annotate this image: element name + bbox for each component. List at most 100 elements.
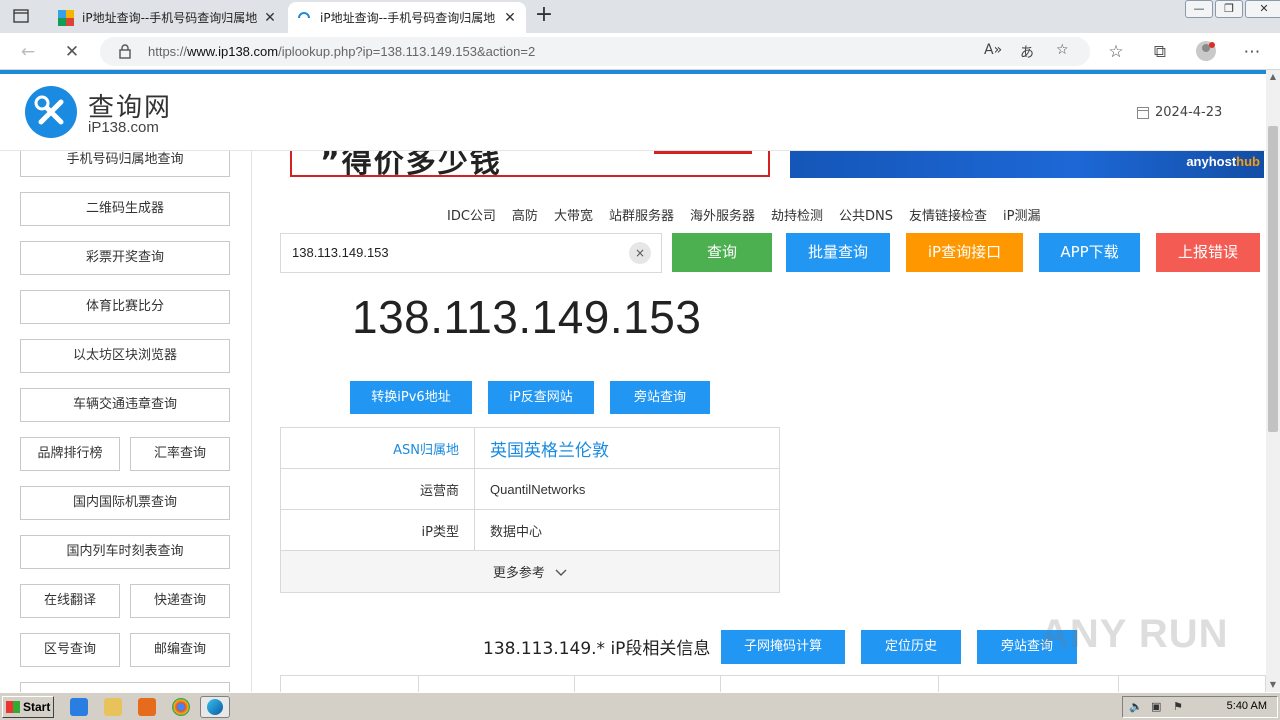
ip-info-table: ASN归属地 英国英格兰伦敦 运营商 QuantilNetworks iP类型 … [280, 427, 780, 593]
tab-close-icon[interactable]: ✕ [502, 10, 518, 26]
sidebar-item-flights[interactable]: 国内国际机票查询 [20, 486, 230, 520]
window-close-icon[interactable]: ✕ [1245, 0, 1280, 18]
nav-link-bandwidth[interactable]: 大带宽 [554, 205, 593, 224]
back-icon[interactable]: ← [16, 40, 40, 64]
sidebar-item-areacode[interactable]: 区号查询 [20, 633, 120, 667]
tab-actions-icon[interactable] [10, 6, 32, 26]
sidebar-item-partial[interactable] [20, 682, 230, 692]
add-favorite-icon[interactable]: ☆ [1056, 42, 1069, 58]
favorites-icon[interactable]: ☆ [1104, 40, 1128, 64]
stop-loading-icon[interactable]: ✕ [60, 40, 84, 64]
nav-link-leak[interactable]: iP测漏 [1003, 205, 1040, 224]
nav-link-dns[interactable]: 公共DNS [839, 205, 893, 224]
tab-inactive[interactable]: iP地址查询--手机号码查询归属地 ✕ [50, 2, 286, 33]
tab-close-icon[interactable]: ✕ [262, 10, 278, 26]
info-key: ASN归属地 [280, 427, 475, 469]
sidebar-item-qrcode[interactable]: 二维码生成器 [20, 192, 230, 226]
start-label: Start [23, 700, 51, 714]
new-tab-icon[interactable]: + [532, 4, 556, 27]
batch-query-button[interactable]: 批量查询 [786, 233, 890, 272]
table-header-cell [575, 676, 721, 692]
anyrun-watermark: ANY RUN [1040, 612, 1229, 656]
location-history-button[interactable]: 定位历史 [861, 630, 961, 664]
nav-link-hijack[interactable]: 劫持检测 [771, 205, 823, 224]
result-ip: 138.113.149.153 [352, 291, 702, 343]
volume-icon[interactable]: 🔈 [1129, 700, 1143, 713]
query-button[interactable]: 查询 [672, 233, 772, 272]
more-reference-toggle[interactable]: 更多参考 [280, 550, 780, 593]
table-header-cell [419, 676, 575, 692]
taskbar: Start 🔈 ▣ ⚑ 5:40 AM [0, 692, 1280, 720]
table-header-cell [281, 676, 419, 692]
page-scrollbar[interactable]: ▲ ▼ [1266, 70, 1280, 692]
scroll-down-icon[interactable]: ▼ [1266, 678, 1280, 692]
table-row: ASN归属地 英国英格兰伦敦 [280, 427, 780, 469]
minimize-icon[interactable]: — [1185, 0, 1213, 18]
ad-banner-right[interactable]: anyhosthub [790, 151, 1264, 178]
subnet-calc-button[interactable]: 子网掩码计算 [721, 630, 845, 664]
info-value: 数据中心 [474, 509, 780, 551]
network-icon[interactable]: ▣ [1151, 700, 1161, 713]
ie-icon[interactable] [70, 698, 88, 716]
quick-nav: IDC公司 高防 大带宽 站群服务器 海外服务器 劫持检测 公共DNS 友情链接… [447, 205, 1056, 224]
ipv6-convert-button[interactable]: 转换iPv6地址 [350, 381, 472, 414]
calendar-icon [1137, 106, 1149, 119]
chrome-icon[interactable] [172, 698, 190, 716]
site-favicon-icon [58, 9, 74, 26]
logo-text-en[interactable]: iP138.com [88, 119, 159, 136]
sidebar-item-translate[interactable]: 在线翻译 [20, 584, 120, 618]
ad-brand-logo: anyhosthub [1186, 154, 1260, 169]
more-reference-label: 更多参考 [492, 566, 545, 581]
profile-avatar-icon[interactable] [1194, 40, 1218, 64]
clear-input-icon[interactable]: × [629, 242, 651, 264]
explorer-icon[interactable] [104, 698, 122, 716]
site-header: 查询网 iP138.com 2024-4-23 [0, 74, 1266, 151]
nav-link-idc[interactable]: IDC公司 [447, 205, 496, 224]
edge-taskbar-button[interactable] [200, 696, 230, 718]
nav-link-ddos[interactable]: 高防 [512, 205, 538, 224]
report-error-button[interactable]: 上报错误 [1156, 233, 1260, 272]
sidebar-item-ethereum[interactable]: 以太坊区块浏览器 [20, 339, 230, 373]
translate-icon[interactable]: あ [1020, 42, 1034, 62]
read-aloud-icon[interactable]: A» [984, 42, 1002, 58]
nav-link-friendlink[interactable]: 友情链接检查 [909, 205, 987, 224]
ad-banner-left[interactable]: ”得价多少钱 [290, 151, 770, 177]
restore-icon[interactable]: ❐ [1215, 0, 1243, 18]
chevron-down-icon [555, 566, 567, 581]
app-download-button[interactable]: APP下载 [1039, 233, 1140, 272]
web-page: 查询网 iP138.com 2024-4-23 手机号码归属地查询 二维码生成器… [0, 74, 1266, 692]
sidebar-item-express[interactable]: 快递查询 [130, 584, 230, 618]
tab-active[interactable]: iP地址查询--手机号码查询归属地 ✕ [288, 2, 526, 33]
sidebar-item-lottery[interactable]: 彩票开奖查询 [20, 241, 230, 275]
taskbar-clock[interactable]: 5:40 AM [1227, 700, 1267, 712]
start-button[interactable]: Start [2, 696, 54, 718]
ip-search-input[interactable]: 138.113.149.153 × [280, 233, 662, 273]
info-value: 英国英格兰伦敦 [474, 427, 780, 469]
sidebar-item-exchange[interactable]: 汇率查询 [130, 437, 230, 471]
sidebar-item-trains[interactable]: 国内列车时刻表查询 [20, 535, 230, 569]
edge-icon [207, 699, 223, 715]
scrollbar-thumb[interactable] [1268, 126, 1278, 432]
media-player-icon[interactable] [138, 698, 156, 716]
more-menu-icon[interactable]: ⋯ [1240, 40, 1264, 64]
sidebar: 手机号码归属地查询 二维码生成器 彩票开奖查询 体育比赛比分 以太坊区块浏览器 … [0, 143, 252, 692]
nav-link-cluster[interactable]: 站群服务器 [609, 205, 674, 224]
reverse-ip-button[interactable]: iP反查网站 [488, 381, 594, 414]
side-site-button[interactable]: 旁站查询 [610, 381, 710, 414]
table-header-cell [1119, 676, 1265, 692]
collections-icon[interactable]: ⧉ [1148, 40, 1172, 64]
scroll-up-icon[interactable]: ▲ [1266, 70, 1280, 84]
flag-icon[interactable]: ⚑ [1173, 700, 1183, 713]
more-row[interactable]: 更多参考 [280, 550, 780, 593]
nav-link-overseas[interactable]: 海外服务器 [690, 205, 755, 224]
date-text: 2024-4-23 [1155, 105, 1223, 120]
ip-api-button[interactable]: iP查询接口 [906, 233, 1023, 272]
sidebar-item-zipcode[interactable]: 邮编查询 [130, 633, 230, 667]
logo-icon[interactable] [25, 86, 77, 138]
sidebar-item-sports[interactable]: 体育比赛比分 [20, 290, 230, 324]
sidebar-item-traffic[interactable]: 车辆交通违章查询 [20, 388, 230, 422]
ip-search-value: 138.113.149.153 [292, 245, 389, 260]
sidebar-item-brands[interactable]: 品牌排行榜 [20, 437, 120, 471]
lock-icon [118, 43, 134, 59]
address-bar[interactable]: https://www.ip138.com/iplookup.php?ip=13… [100, 37, 1090, 66]
